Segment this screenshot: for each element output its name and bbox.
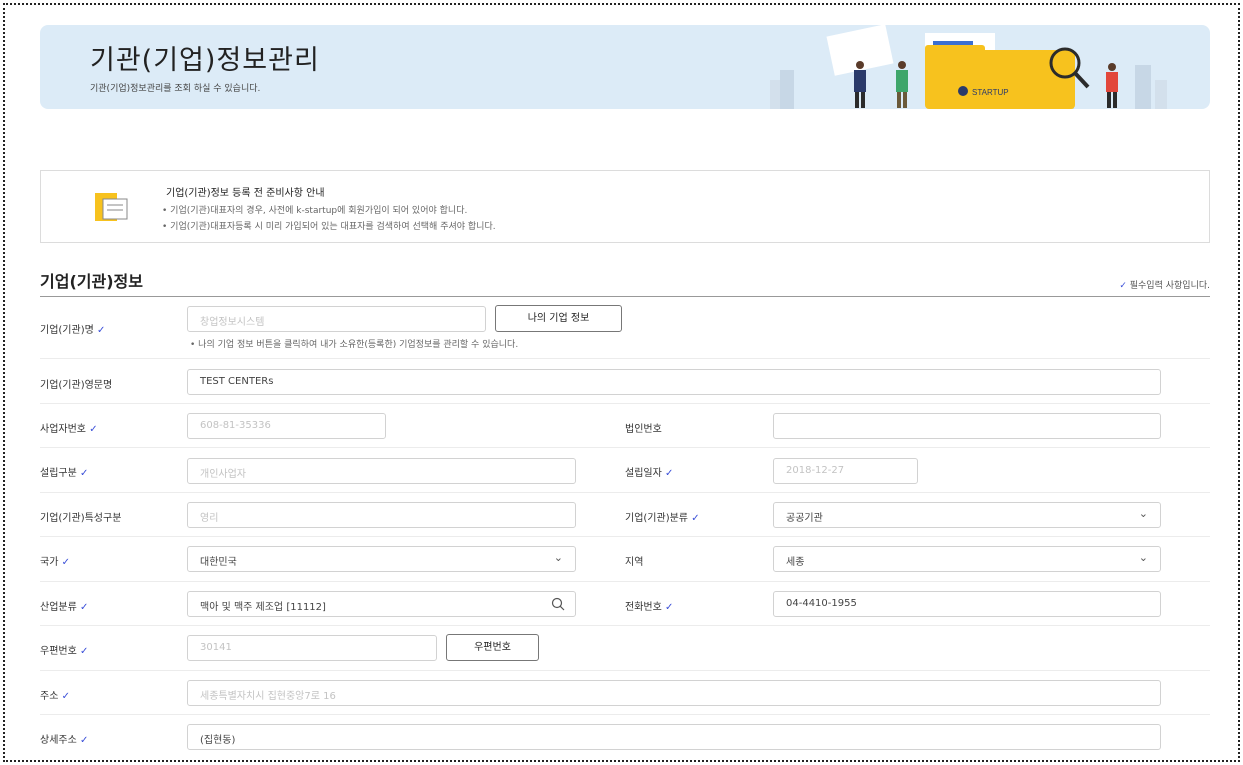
characteristic-type-label: 기업(기관)특성구분: [40, 513, 122, 524]
section-divider: [40, 296, 1210, 297]
chevron-down-icon: ⌄: [553, 551, 563, 564]
required-note: ✓ 필수입력 사항입니다.: [1119, 278, 1210, 291]
check-icon: ✓: [80, 602, 89, 613]
establishment-type-label: 설립구분 ✓: [40, 464, 88, 479]
postal-code-button[interactable]: 우편번호: [446, 634, 539, 661]
company-name-input[interactable]: 창업정보시스템: [187, 306, 486, 332]
detail-address-label: 상세주소 ✓: [40, 731, 88, 746]
label-text: 우편번호: [40, 646, 77, 657]
label-text: 국가: [40, 557, 59, 568]
label-text: 기업(기관)명: [40, 325, 94, 336]
establishment-date-label: 설립일자 ✓: [625, 464, 673, 479]
search-icon[interactable]: [551, 597, 565, 611]
section-title: 기업(기관)정보: [40, 272, 143, 291]
corporate-number-input[interactable]: [773, 413, 1161, 439]
page-title: 기관(기업)정보관리: [90, 45, 320, 76]
check-icon: ✓: [80, 735, 89, 746]
check-icon: ✓: [61, 557, 70, 568]
required-note-text: 필수입력 사항입니다.: [1129, 281, 1210, 291]
row-divider: [40, 447, 1210, 448]
page-description: 기관(기업)정보관리를 조회 하실 수 있습니다.: [90, 84, 261, 94]
business-number-label: 사업자번호 ✓: [40, 420, 98, 435]
establishment-date-input[interactable]: 2018-12-27: [773, 458, 918, 484]
page-banner: 기관(기업)정보관리 기관(기업)정보관리를 조회 하실 수 있습니다. STA…: [40, 25, 1210, 109]
region-label: 지역: [625, 557, 644, 568]
label-text: 기업(기관)분류: [625, 513, 689, 524]
phone-label: 전화번호 ✓: [625, 598, 673, 613]
check-icon: ✓: [61, 691, 70, 702]
label-text: 설립일자: [625, 468, 662, 479]
row-divider: [40, 536, 1210, 537]
select-value: 세종: [786, 557, 805, 568]
guide-line: • 기업(기관)대표자의 경우, 사전에 k-startup에 회원가입이 되어…: [162, 206, 468, 216]
business-number-input[interactable]: 608-81-35336: [187, 413, 386, 439]
check-icon: ✓: [1119, 281, 1127, 291]
input-value: 맥아 및 맥주 제조업 [11112]: [200, 602, 326, 613]
establishment-type-input[interactable]: 개인사업자: [187, 458, 576, 484]
row-divider: [40, 403, 1210, 404]
check-icon: ✓: [80, 468, 89, 479]
my-company-button[interactable]: 나의 기업 정보: [495, 305, 622, 332]
row-divider: [40, 670, 1210, 671]
detail-address-input[interactable]: (집현동): [187, 724, 1161, 750]
address-input[interactable]: 세종특별자치시 집현중앙7로 16: [187, 680, 1161, 706]
guide-line: • 기업(기관)대표자등록 시 미리 가입되어 있는 대표자를 검색하여 선택해…: [162, 222, 496, 232]
phone-input[interactable]: 04-4410-1955: [773, 591, 1161, 617]
select-value: 대한민국: [200, 557, 237, 568]
company-name-hint: • 나의 기업 정보 버튼을 클릭하여 내가 소유한(등록한) 기업정보를 관리…: [190, 340, 519, 350]
check-icon: ✓: [691, 513, 700, 524]
row-divider: [40, 581, 1210, 582]
row-divider: [40, 625, 1210, 626]
label-text: 주소: [40, 691, 59, 702]
company-name-label: 기업(기관)명 ✓: [40, 321, 105, 336]
document-icon: [95, 193, 128, 221]
label-text: 상세주소: [40, 735, 77, 746]
address-label: 주소 ✓: [40, 687, 70, 702]
check-icon: ✓: [80, 646, 89, 657]
row-divider: [40, 492, 1210, 493]
industry-input[interactable]: 맥아 및 맥주 제조업 [11112]: [187, 591, 576, 617]
industry-label: 산업분류 ✓: [40, 598, 88, 613]
label-text: 사업자번호: [40, 424, 86, 435]
region-select[interactable]: 세종 ⌄: [773, 546, 1161, 572]
label-text: 전화번호: [625, 602, 662, 613]
classification-label: 기업(기관)분류 ✓: [625, 509, 700, 524]
check-icon: ✓: [665, 602, 674, 613]
guide-title: 기업(기관)정보 등록 전 준비사항 안내: [166, 188, 325, 199]
select-value: 공공기관: [786, 513, 823, 524]
row-divider: [40, 714, 1210, 715]
startup-logo: STARTUP: [972, 88, 1009, 97]
characteristic-type-input[interactable]: 영리: [187, 502, 576, 528]
english-name-label: 기업(기관)영문명: [40, 380, 113, 391]
check-icon: ✓: [665, 468, 674, 479]
check-icon: ✓: [89, 424, 98, 435]
english-name-input[interactable]: TEST CENTERs: [187, 369, 1161, 395]
classification-select[interactable]: 공공기관 ⌄: [773, 502, 1161, 528]
guide-box: 기업(기관)정보 등록 전 준비사항 안내 • 기업(기관)대표자의 경우, 사…: [40, 170, 1210, 243]
check-icon: ✓: [97, 325, 106, 336]
country-select[interactable]: 대한민국 ⌄: [187, 546, 576, 572]
row-divider: [40, 358, 1210, 359]
country-label: 국가 ✓: [40, 553, 70, 568]
chevron-down-icon: ⌄: [1138, 507, 1148, 520]
label-text: 설립구분: [40, 468, 77, 479]
label-text: 산업분류: [40, 602, 77, 613]
corporate-number-label: 법인번호: [625, 424, 662, 435]
postal-code-input[interactable]: 30141: [187, 635, 437, 661]
chevron-down-icon: ⌄: [1138, 551, 1148, 564]
postal-code-label: 우편번호 ✓: [40, 642, 88, 657]
banner-illustration: STARTUP: [770, 25, 1167, 109]
